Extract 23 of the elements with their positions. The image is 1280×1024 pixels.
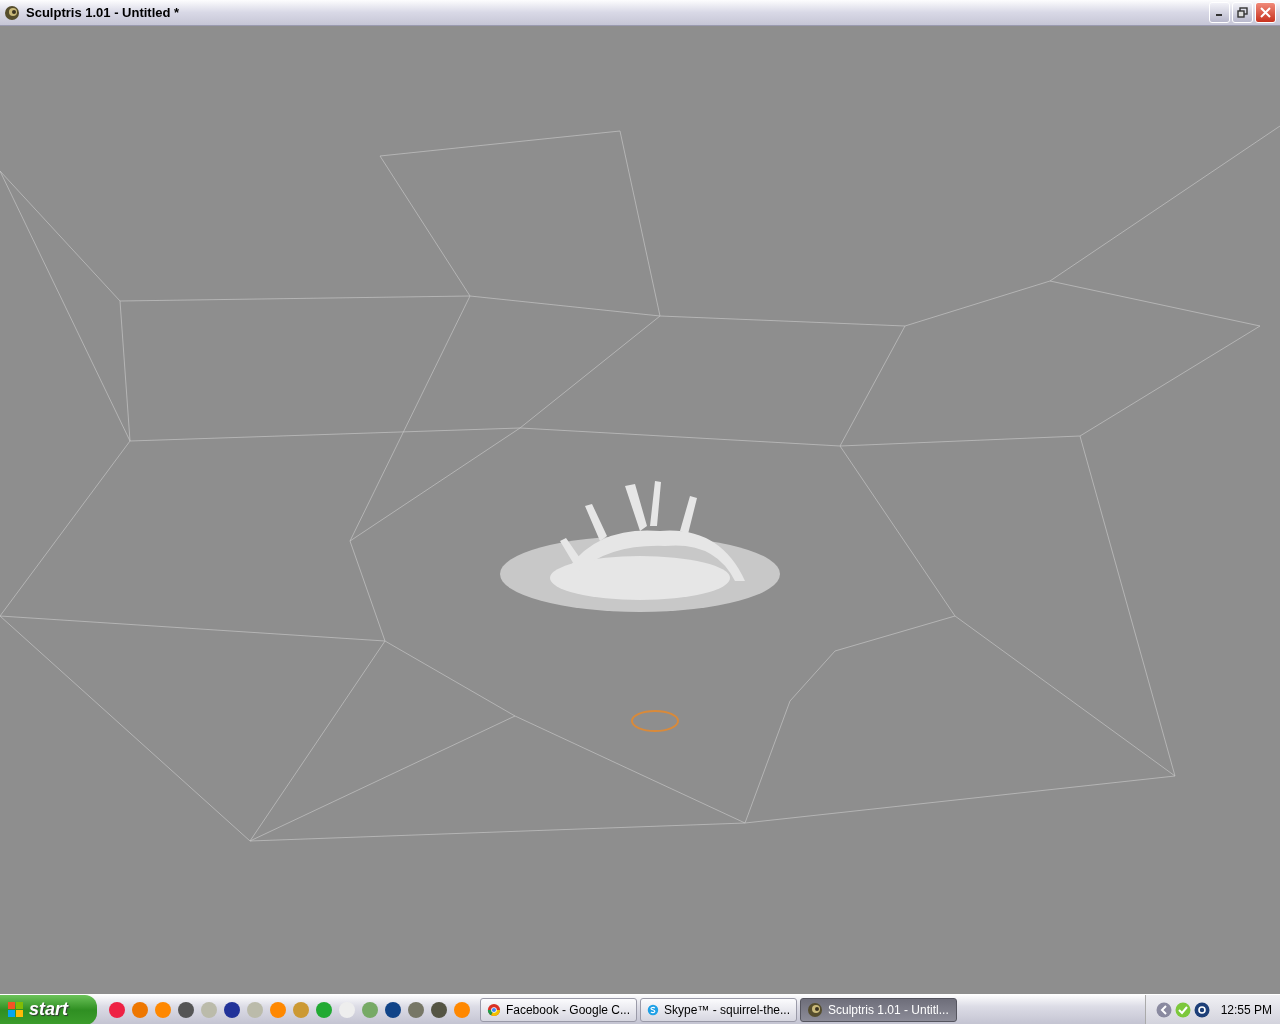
quick-launch-icon[interactable] <box>431 1001 447 1018</box>
restore-icon <box>1237 7 1248 18</box>
start-button[interactable]: start <box>0 994 97 1024</box>
restore-button[interactable] <box>1232 2 1253 23</box>
quick-launch-icon[interactable] <box>408 1001 424 1018</box>
window-title: Sculptris 1.01 - Untitled * <box>26 5 181 20</box>
quick-launch-icon[interactable] <box>224 1001 240 1018</box>
close-button[interactable] <box>1255 2 1276 23</box>
checkmark-icon[interactable] <box>1174 1001 1191 1018</box>
windows-flag-icon <box>8 1001 24 1018</box>
taskbar-button[interactable]: Sculptris 1.01 - Untitl... <box>800 997 957 1022</box>
app-icon <box>4 4 20 21</box>
ball-icon <box>807 1001 823 1018</box>
quick-launch-icon[interactable] <box>178 1001 194 1018</box>
chevron-left-icon[interactable] <box>1155 1001 1172 1018</box>
chrome-icon <box>487 1001 501 1018</box>
taskbar-button[interactable]: Skype™ - squirrel-the... <box>640 997 797 1022</box>
brush-cursor-icon <box>631 710 679 732</box>
taskbar-button[interactable]: Facebook - Google C... <box>480 997 637 1022</box>
minimize-button[interactable] <box>1209 2 1230 23</box>
close-icon <box>1260 7 1271 18</box>
clock: 12:55 PM <box>1220 1002 1272 1017</box>
quick-launch-icon[interactable] <box>385 1001 401 1018</box>
